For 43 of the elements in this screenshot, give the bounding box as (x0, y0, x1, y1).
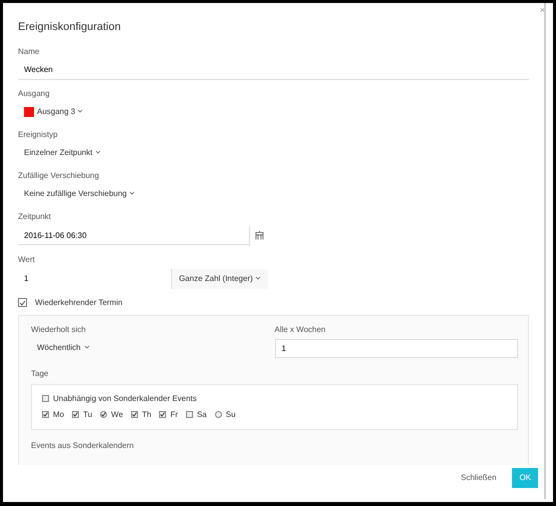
field-label: Wiederholt sich (31, 324, 87, 336)
caret-icon (128, 191, 135, 196)
dialog-title: Ereigniskonfiguration (18, 20, 122, 35)
checkbox[interactable] (131, 411, 138, 418)
dropdown[interactable]: Keine zufällige Verschiebung (24, 188, 135, 200)
number-field[interactable]: 1 (274, 338, 518, 358)
caret-icon (255, 276, 261, 280)
day-label: Sa (196, 408, 207, 420)
day-label: Th (142, 408, 152, 420)
close-button[interactable]: Schließen (454, 471, 502, 485)
field-label: Wert (18, 254, 36, 266)
checkbox-label: Unabhängig von Sonderkalender Events (53, 392, 197, 404)
dropdown[interactable]: Wöchentlich (31, 338, 96, 356)
checkbox[interactable] (42, 395, 49, 402)
scrollbar[interactable] (544, 3, 546, 499)
field-label: Zufällige Verschiebung (18, 170, 100, 182)
field-label: Alle x Wochen (274, 324, 326, 336)
field-label: Tage (31, 368, 50, 380)
day-label: Fr (170, 408, 178, 420)
checkbox[interactable] (42, 411, 49, 418)
field-label: Name (18, 46, 40, 58)
unit-dropdown[interactable]: Ganze Zahl (Integer) (170, 268, 268, 288)
checkbox[interactable] (72, 411, 80, 418)
radio-button[interactable] (214, 411, 222, 418)
dropdown[interactable]: Ausgang 3 (37, 106, 84, 118)
field-label: Ausgang (18, 88, 51, 100)
day-label: Tu (83, 408, 92, 420)
day-label: We (111, 408, 124, 420)
field-label: Zeitpunkt (18, 210, 52, 222)
caret-icon (94, 150, 101, 154)
checkbox[interactable] (18, 298, 27, 307)
field-label: Ereignistyp (18, 128, 59, 140)
field-label: Events aus Sonderkalendern (31, 440, 135, 452)
checkbox[interactable] (186, 411, 193, 418)
radio-button[interactable] (100, 411, 108, 418)
caret-icon (84, 345, 90, 350)
dropdown[interactable]: Einzelner Zeitpunkt (24, 146, 101, 158)
day-label: Su (226, 408, 236, 420)
calendar-icon (254, 231, 264, 240)
caret-icon (77, 109, 84, 114)
checkbox-label: Wiederkehrender Termin (35, 296, 122, 308)
checkbox[interactable] (159, 411, 166, 418)
day-label: Mo (53, 408, 64, 420)
